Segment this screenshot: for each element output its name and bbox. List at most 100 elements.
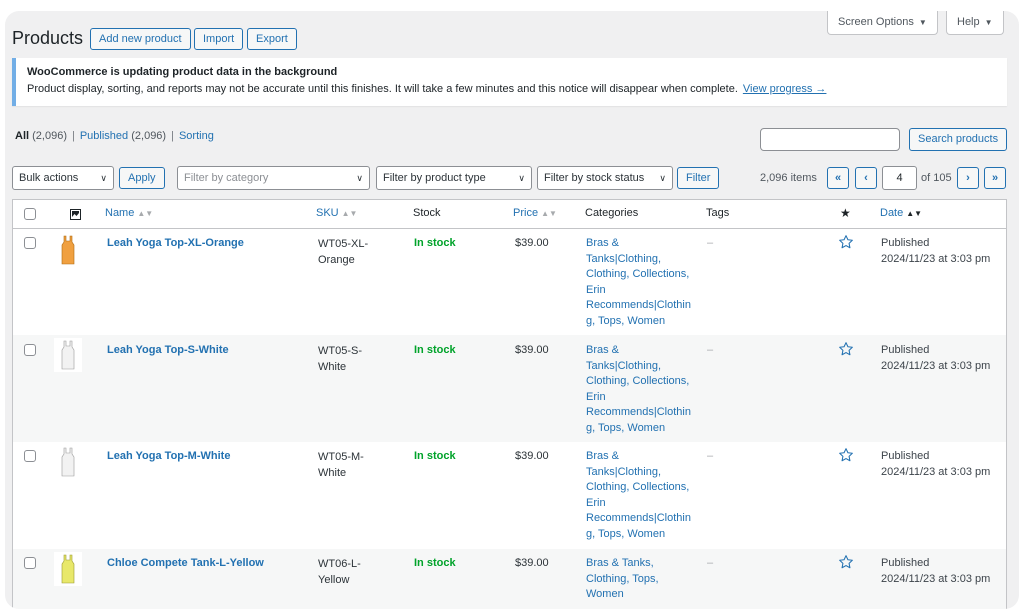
prev-page-button[interactable]: ‹	[855, 167, 877, 189]
product-categories[interactable]: Bras & Tanks, Clothing, Tops, Women	[586, 556, 696, 603]
product-sku: WT06-L-Yellow	[318, 556, 380, 588]
view-published-link[interactable]: Published (2,096)	[80, 130, 166, 142]
export-button[interactable]: Export	[247, 28, 297, 50]
product-name-link[interactable]: Leah Yoga Top-M-White	[107, 450, 230, 462]
product-categories[interactable]: Bras & Tanks|Clothing, Clothing, Collectio…	[586, 343, 696, 436]
sku-line: WT05-XL-	[318, 238, 369, 250]
product-date: Published 2024/11/23 at 3:03 pm	[881, 556, 990, 587]
view-published-count: (2,096)	[131, 130, 167, 142]
star-outline-icon[interactable]	[838, 447, 854, 468]
image-icon	[70, 207, 81, 225]
product-categories[interactable]: Bras & Tanks|Clothing, Clothing, Collectio…	[586, 236, 696, 329]
import-button[interactable]: Import	[194, 28, 244, 50]
search-input[interactable]	[760, 128, 900, 151]
items-count: 2,096 items	[760, 172, 817, 184]
category-line: Tanks|Clothing,	[586, 465, 662, 478]
column-tags-header: Tags	[706, 207, 730, 219]
sku-line: WT05-M-White	[318, 451, 364, 479]
date-value: 2024/11/23 at 3:03 pm	[881, 359, 991, 372]
caret-down-icon: ▼	[984, 18, 993, 27]
search-products-button[interactable]: Search products	[909, 128, 1008, 151]
date-value: 2024/11/23 at 3:03 pm	[881, 572, 991, 585]
date-status: Published	[881, 557, 930, 569]
first-page-button[interactable]: «	[827, 167, 849, 189]
column-sku-header[interactable]: SKU ▲▼	[316, 207, 357, 219]
last-page-button[interactable]: »	[984, 167, 1006, 189]
filter-button[interactable]: Filter	[677, 167, 720, 189]
table-header: Name ▲▼ SKU ▲▼ Stock Price ▲▼ Categories Ta…	[13, 200, 1006, 229]
product-thumbnail[interactable]	[54, 552, 82, 586]
add-new-product-button[interactable]: Add new product	[90, 28, 191, 50]
product-price: $39.00	[515, 450, 549, 462]
category-line: Bras &	[586, 450, 620, 462]
product-tags: –	[707, 237, 714, 249]
product-date: Published 2024/11/23 at 3:03 pm	[881, 236, 990, 267]
update-notice: WooCommerce is updating product data in …	[12, 58, 1007, 106]
category-line: Recommends|Clothin	[586, 512, 691, 524]
star-outline-icon[interactable]	[838, 234, 854, 255]
row-checkbox[interactable]	[24, 344, 36, 356]
stock-status: In stock	[414, 450, 456, 462]
product-name-link[interactable]: Chloe Compete Tank-L-Yellow	[107, 557, 264, 569]
stock-status: In stock	[414, 557, 456, 569]
category-line: Bras & Tanks,	[586, 557, 654, 569]
filter-stock-status-select[interactable]: Filter by stock status ∨	[537, 166, 673, 190]
next-page-button[interactable]: ›	[957, 167, 979, 189]
view-sorting-link[interactable]: Sorting	[179, 130, 214, 142]
row-checkbox[interactable]	[24, 237, 36, 249]
view-progress-link[interactable]: View progress →	[743, 83, 827, 95]
product-price: $39.00	[515, 344, 549, 356]
stock-status: In stock	[414, 344, 456, 356]
table-row: Leah Yoga Top-XL-Orange WT05-XL- Orange I…	[13, 229, 1006, 335]
sort-arrows-icon: ▲▼	[137, 209, 154, 218]
column-price-header[interactable]: Price ▲▼	[513, 207, 557, 219]
product-thumbnail[interactable]	[54, 445, 82, 479]
filter-category-select[interactable]: Filter by category ∨	[177, 166, 370, 190]
product-sku: WT05-M-White	[318, 449, 380, 481]
view-separator: |	[171, 130, 174, 142]
view-all-link[interactable]: All (2,096)	[15, 130, 67, 142]
chevron-down-icon: ∨	[356, 173, 363, 183]
star-outline-icon[interactable]	[838, 341, 854, 362]
column-date-header[interactable]: Date ▲▼	[880, 207, 922, 219]
star-outline-icon[interactable]	[838, 554, 854, 575]
caret-down-icon: ▼	[918, 18, 927, 27]
category-line: Bras &	[586, 344, 620, 356]
row-checkbox[interactable]	[24, 450, 36, 462]
view-all-label: All	[15, 130, 30, 142]
row-checkbox[interactable]	[24, 557, 36, 569]
chevron-down-icon: ∨	[100, 173, 107, 183]
help-label: Help	[957, 16, 980, 28]
sku-line: Orange	[318, 254, 355, 266]
table-row: Chloe Compete Tank-L-Yellow WT06-L-Yello…	[13, 549, 1006, 609]
category-line: Erin	[586, 283, 606, 296]
column-categories-header: Categories	[585, 207, 639, 219]
notice-body: Product display, sorting, and reports ma…	[27, 83, 738, 95]
date-status: Published	[881, 344, 930, 356]
table-row: Leah Yoga Top-S-White WT05-S-White In st…	[13, 335, 1006, 442]
table-row: Leah Yoga Top-M-White WT05-M-White In st…	[13, 442, 1006, 549]
current-page-input[interactable]: 4	[882, 166, 917, 190]
filter-category-value: Filter by category	[184, 172, 269, 184]
column-name-header[interactable]: Name ▲▼	[105, 207, 153, 219]
category-line: Erin	[586, 496, 606, 509]
category-line: Bras &	[586, 237, 620, 249]
filter-product-type-select[interactable]: Filter by product type ∨	[376, 166, 532, 190]
product-name-link[interactable]: Leah Yoga Top-S-White	[107, 344, 229, 356]
sort-arrows-icon: ▲▼	[906, 209, 923, 218]
screen-options-button[interactable]: Screen Options ▼	[827, 11, 938, 35]
product-categories[interactable]: Bras & Tanks|Clothing, Clothing, Collectio…	[586, 449, 696, 542]
category-line: Clothing, Tops,	[586, 572, 659, 585]
help-button[interactable]: Help ▼	[946, 11, 1004, 35]
date-status: Published	[881, 237, 930, 249]
product-name-link[interactable]: Leah Yoga Top-XL-Orange	[107, 237, 244, 249]
star-filled-icon: ★	[840, 206, 851, 220]
column-name-label: Name	[105, 207, 135, 219]
date-value: 2024/11/23 at 3:03 pm	[881, 465, 991, 478]
select-all-checkbox[interactable]	[24, 208, 36, 220]
product-sku: WT05-S-White	[318, 343, 380, 375]
apply-button[interactable]: Apply	[119, 167, 165, 189]
product-thumbnail[interactable]	[54, 233, 82, 267]
product-thumbnail[interactable]	[54, 338, 82, 372]
bulk-actions-select[interactable]: Bulk actions ∨	[12, 166, 114, 190]
